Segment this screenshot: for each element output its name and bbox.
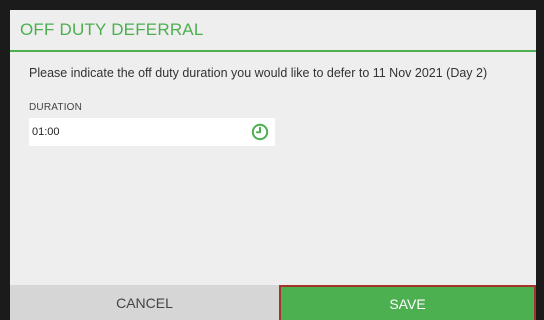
duration-field[interactable]: 01:00 — [29, 118, 275, 146]
dialog-body: Please indicate the off duty duration yo… — [10, 52, 536, 146]
duration-label: DURATION — [29, 102, 83, 113]
duration-value[interactable]: 01:00 — [32, 126, 60, 138]
clock-icon-graphic — [251, 123, 269, 141]
off-duty-deferral-dialog: OFF DUTY DEFERRAL Please indicate the of… — [10, 10, 536, 320]
save-button[interactable]: SAVE — [279, 285, 536, 320]
dialog-header: OFF DUTY DEFERRAL — [10, 10, 536, 52]
instruction-text: Please indicate the off duty duration yo… — [29, 66, 488, 80]
dialog-footer: CANCEL SAVE — [10, 285, 536, 320]
cancel-button[interactable]: CANCEL — [10, 285, 279, 320]
dialog-title: OFF DUTY DEFERRAL — [20, 20, 204, 39]
clock-icon[interactable] — [251, 123, 269, 141]
